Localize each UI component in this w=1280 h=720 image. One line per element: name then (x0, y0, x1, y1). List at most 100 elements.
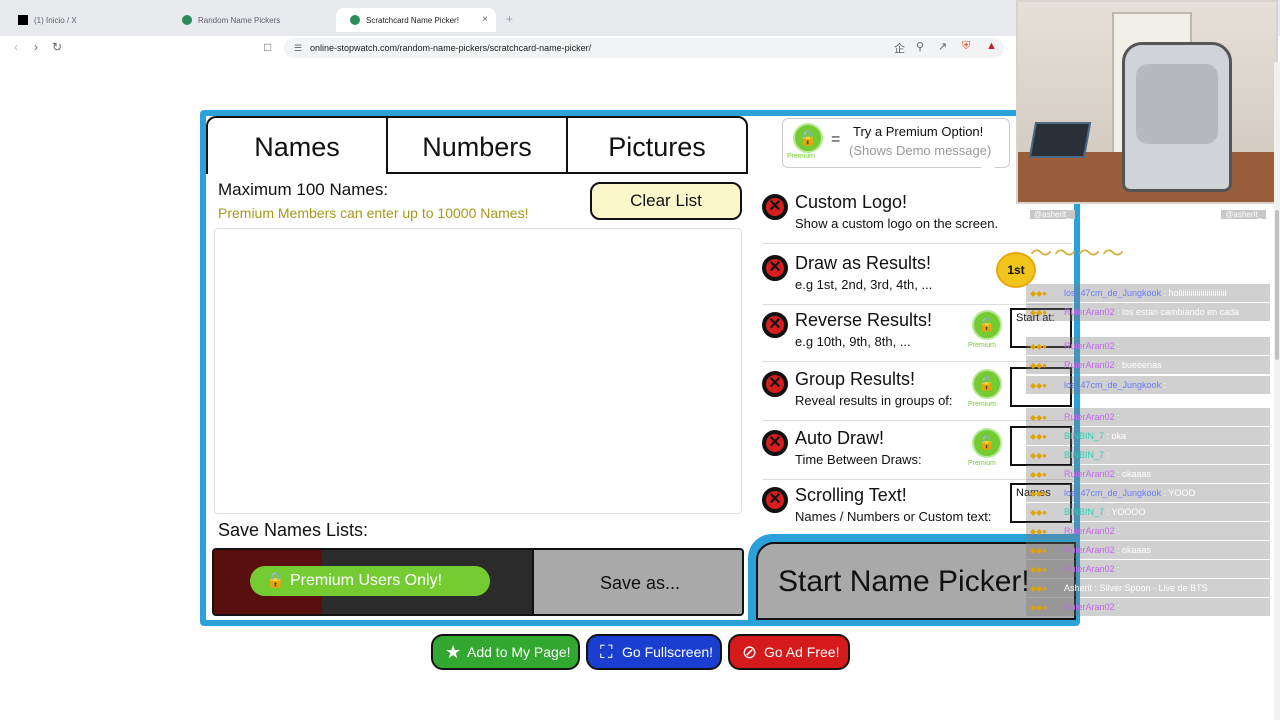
tab-numbers[interactable]: Numbers (386, 116, 568, 174)
webcam-overlay (1016, 0, 1278, 204)
tab-pictures[interactable]: Pictures (566, 116, 748, 174)
chat-message: ◆◆● RulerAran02 : (1026, 337, 1270, 355)
option-title: Draw as Results! (795, 253, 932, 273)
chat-badges-icon: ◆◆● (1030, 603, 1048, 612)
chat-message: ◆◆● los_47cm_de_Jungkook : YOOO (1026, 484, 1270, 502)
chat-text: : holiiiiiiiiiiiiiiiiiiiiiii (1161, 288, 1227, 298)
premium-promo[interactable]: 🔓 Premium = Try a Premium Option! (Shows… (782, 118, 1010, 168)
back-icon[interactable]: ‹ (14, 40, 18, 54)
close-tab-icon[interactable]: × (482, 14, 488, 25)
chat-badges-icon: ◆◆● (1030, 451, 1048, 460)
chat-text: : bueeenas (1114, 360, 1162, 370)
chat-username: RulerAran02 (1064, 564, 1115, 574)
chat-text: : okaaas (1114, 545, 1152, 555)
zoom-icon[interactable]: ⚲ (916, 40, 924, 53)
save-as-button[interactable]: Save as... (532, 550, 742, 614)
chat-username: BINBIN_7 (1064, 507, 1105, 517)
chat-message: ◆◆● RulerAran02 : (1026, 598, 1270, 616)
webcam-dance-mat (1028, 122, 1092, 158)
no-ads-icon: ⊘ (742, 642, 758, 662)
share-icon[interactable]: ↗ (938, 40, 947, 53)
chat-message: ◆◆● BINBIN_7 : YOOOO (1026, 503, 1270, 521)
chat-text: : YOOOO (1104, 507, 1146, 517)
premium-lock-icon: 🔓 (972, 428, 1002, 458)
chat-badges-icon: ◆◆● (1030, 470, 1048, 479)
chat-handle-left: @asherit_ (1030, 210, 1075, 219)
translate-icon[interactable]: 企 (894, 40, 905, 56)
chat-handle-right: @asherit_ (1221, 210, 1266, 219)
option-title: Group Results! (795, 369, 916, 389)
chat-username: los_47cm_de_Jungkook (1064, 380, 1162, 390)
fullscreen-icon: ⛶ (600, 642, 613, 662)
option-title: Auto Draw! (795, 428, 885, 448)
premium-lock-label: Premium (968, 342, 997, 349)
chat-badges-icon: ◆◆● (1030, 381, 1048, 390)
reload-icon[interactable]: ↻ (52, 40, 62, 54)
chat-username: RulerAran02 (1064, 545, 1115, 555)
premium-lock-label: Premium (787, 153, 816, 160)
chat-badges-icon: ◆◆● (1030, 527, 1048, 536)
chat-badges-icon: ◆◆● (1030, 361, 1048, 370)
site-info-icon[interactable]: ☰ (294, 38, 302, 58)
forward-icon[interactable]: › (34, 40, 38, 54)
premium-lock-label: Premium (968, 401, 997, 408)
chat-username: RulerAran02 (1064, 360, 1115, 370)
premium-only-button[interactable]: 🔒 Premium Users Only! (250, 566, 490, 596)
rewards-icon[interactable]: ▲ (986, 40, 997, 52)
save-names-label: Save Names Lists: (218, 520, 369, 540)
tab-random-name-pickers[interactable]: Random Name Pickers (168, 8, 336, 32)
option-subtitle: e.g 1st, 2nd, 3rd, 4th, ... (795, 277, 933, 292)
tab-names[interactable]: Names (206, 116, 388, 174)
option-title: Scrolling Text! (795, 485, 907, 505)
chat-badges-icon: ◆◆● (1030, 432, 1048, 441)
tab-x[interactable]: (1) Inicio / X (4, 8, 169, 32)
chat-badges-icon: ◆◆● (1030, 565, 1048, 574)
scrollbar-thumb[interactable] (1275, 210, 1279, 360)
url-text: online-stopwatch.com/random-name-pickers… (310, 43, 592, 53)
chat-message: ◆◆● RulerAran02 : los estan cambiando en … (1026, 303, 1270, 321)
brave-shield-icon[interactable]: ⛨ (962, 40, 970, 53)
chat-username: RulerAran02 (1064, 602, 1115, 612)
go-ad-free-button[interactable]: ⊘ Go Ad Free! (728, 634, 850, 670)
add-to-my-page-button[interactable]: ★ Add to My Page! (431, 634, 580, 670)
chat-message: ◆◆● los_47cm_de_Jungkook : holiiiiiiiiiii… (1026, 284, 1270, 302)
chat-header: @asherit_ @asherit_ (1026, 208, 1270, 224)
bookmark-icon[interactable]: □ (264, 40, 271, 54)
chat-text: : Silver Spoon - Live de BTS (1092, 583, 1208, 593)
go-ad-free-label: Go Ad Free! (764, 644, 840, 660)
tab-title: Scratchcard Name Picker! (366, 15, 459, 25)
premium-lock-label: Premium (968, 460, 997, 467)
chat-text: : (1161, 380, 1167, 390)
clear-list-button[interactable]: Clear List (590, 182, 742, 220)
chat-username: RulerAran02 (1064, 307, 1115, 317)
option-subtitle: Names / Numbers or Custom text: (795, 509, 992, 524)
x-logo-icon (18, 15, 28, 25)
chat-badges-icon: ◆◆● (1030, 489, 1048, 498)
chat-message: ◆◆● los_47cm_de_Jungkook : (1026, 376, 1270, 394)
chat-badges-icon: ◆◆● (1030, 289, 1048, 298)
names-textarea[interactable] (214, 228, 742, 514)
chat-text: : YOOO (1161, 488, 1196, 498)
chat-username: los_47cm_de_Jungkook (1064, 488, 1162, 498)
chat-message: ◆◆● RulerAran02 : bueeenas (1026, 356, 1270, 374)
disabled-x-icon: ✕ (762, 487, 788, 513)
tab-title: (1) Inicio / X (34, 15, 77, 25)
page-scrollbar[interactable] (1274, 62, 1280, 720)
chat-message: ◆◆● BINBIN_7 : (1026, 446, 1270, 464)
chat-username: RulerAran02 (1064, 341, 1115, 351)
dragon-decoration-icon: 〜〜〜〜 (1030, 241, 1127, 266)
chat-text: : okaaas (1114, 469, 1152, 479)
chat-message: ◆◆● RulerAran02 : (1026, 522, 1270, 540)
option-subtitle: e.g 10th, 9th, 8th, ... (795, 334, 911, 349)
option-title: Custom Logo! (795, 192, 908, 212)
site-favicon-icon (182, 15, 192, 25)
option-subtitle: Time Between Draws: (795, 452, 922, 467)
lock-icon: 🔒 (266, 572, 285, 589)
chat-badges-icon: ◆◆● (1030, 308, 1048, 317)
go-fullscreen-button[interactable]: ⛶ Go Fullscreen! (586, 634, 722, 670)
option-title: Reverse Results! (795, 310, 933, 330)
chat-badges-icon: ◆◆● (1030, 342, 1048, 351)
tab-scratchcard[interactable]: Scratchcard Name Picker! × (336, 8, 496, 32)
new-tab-button[interactable]: + (506, 12, 513, 26)
disabled-x-icon: ✕ (762, 255, 788, 281)
